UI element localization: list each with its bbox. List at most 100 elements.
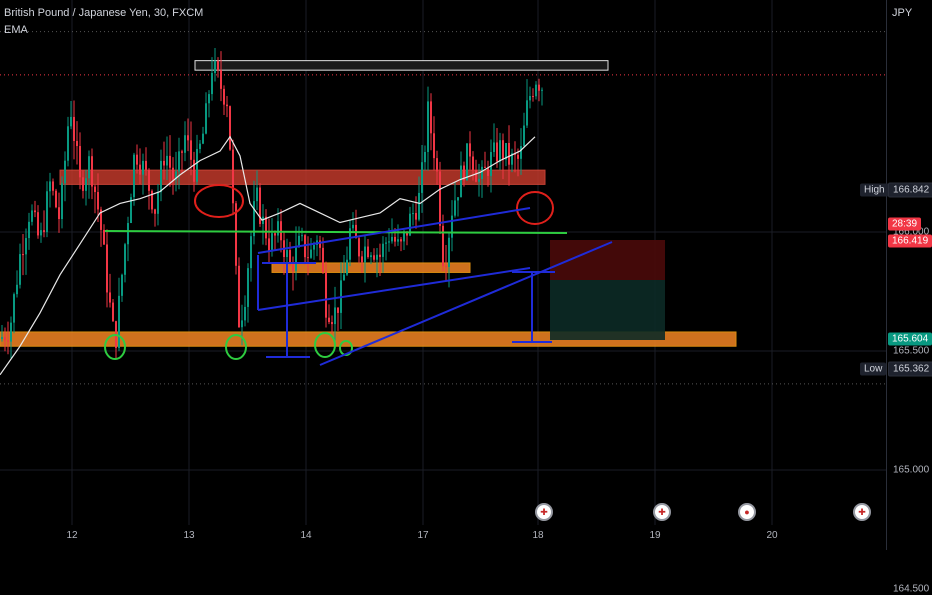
candle-body: [313, 244, 315, 250]
candle-body: [133, 154, 135, 198]
candle-body: [391, 236, 393, 242]
candle-body: [166, 155, 168, 166]
candle-body: [142, 160, 144, 175]
candle-body: [43, 230, 45, 233]
candle-body: [268, 238, 270, 251]
candle-body: [22, 254, 24, 256]
candle-body: [52, 181, 54, 191]
candle-body: [85, 178, 87, 191]
candle-body: [7, 340, 9, 342]
indicator-label[interactable]: EMA: [4, 24, 28, 36]
uk-flag-icon[interactable]: ✚: [653, 503, 671, 521]
price-chart[interactable]: [0, 0, 932, 550]
date-tick-label: 18: [532, 530, 544, 541]
price-tick-label: 165.000: [893, 464, 930, 476]
candle-body: [343, 274, 345, 281]
candle-body: [364, 246, 366, 263]
candle-body: [241, 320, 243, 328]
uk-flag-icon[interactable]: ✚: [535, 503, 553, 521]
candle-body: [529, 96, 531, 101]
candle-body: [154, 209, 156, 214]
candle-body: [346, 259, 348, 275]
high-value-tag: 166.842: [888, 182, 932, 198]
candle-body: [361, 256, 363, 263]
candle-body: [91, 156, 93, 187]
candle-body: [418, 192, 420, 220]
candle-body: [139, 164, 141, 175]
candle-body: [265, 216, 267, 239]
candle-body: [538, 84, 540, 91]
candle-body: [40, 230, 42, 236]
symbol-title[interactable]: British Pound / Japanese Yen, 30, FXCM: [4, 7, 203, 19]
candle-body: [490, 152, 492, 176]
candle-body: [25, 238, 27, 255]
uk-flag-icon[interactable]: ✚: [853, 503, 871, 521]
candle-body: [160, 160, 162, 193]
candle-body: [256, 187, 258, 202]
zone-red: [59, 169, 546, 185]
candle-body: [286, 250, 288, 258]
candle-body: [322, 247, 324, 273]
candle-body: [169, 155, 171, 168]
candle-body: [28, 221, 30, 239]
candle-body: [427, 101, 429, 152]
candle-body: [4, 336, 6, 341]
candle-body: [208, 94, 210, 104]
candle-body: [76, 140, 78, 147]
candle-body: [271, 233, 273, 251]
low-label: Low: [860, 362, 887, 376]
candle-body: [136, 154, 138, 165]
date-tick-label: 19: [649, 530, 661, 541]
candle-body: [193, 159, 195, 182]
candle-body: [478, 179, 480, 182]
candle-body: [46, 191, 48, 233]
candle-body: [121, 274, 123, 296]
candle-body: [376, 254, 378, 260]
candle-body: [199, 143, 201, 149]
candle-body: [31, 210, 33, 222]
high-label: High: [860, 183, 889, 197]
candle-body: [469, 143, 471, 157]
candle-body: [292, 264, 294, 271]
candle-body: [106, 244, 108, 293]
candle-body: [499, 140, 501, 162]
candle-body: [493, 142, 495, 153]
candle-body: [325, 272, 327, 318]
candle-body: [223, 88, 225, 105]
zone-price-tag: 165.604: [888, 332, 932, 346]
candle-body: [412, 213, 414, 215]
candle-body: [67, 126, 69, 161]
candle-body: [487, 167, 489, 176]
candle-body: [58, 207, 60, 220]
candle-body: [118, 295, 120, 348]
candle-body: [331, 322, 333, 325]
zone-orange: [271, 262, 471, 273]
candle-body: [124, 244, 126, 275]
candle-body: [448, 237, 450, 267]
candle-body: [295, 246, 297, 271]
candle-body: [97, 192, 99, 210]
target-icon[interactable]: ●: [738, 503, 756, 521]
candle-body: [196, 148, 198, 182]
candle-body: [238, 265, 240, 328]
candle-body: [244, 306, 246, 321]
candle-body: [388, 241, 390, 243]
highlight-circle: [194, 184, 244, 218]
candle-body: [520, 146, 522, 159]
candle-body: [541, 89, 543, 91]
date-tick-label: 14: [300, 530, 312, 541]
candle-body: [352, 224, 354, 229]
candle-body: [187, 135, 189, 141]
price-axis-divider: [886, 0, 887, 550]
candle-body: [61, 183, 63, 220]
candle-body: [226, 104, 228, 107]
take-profit-box: [550, 280, 665, 340]
candle-body: [49, 181, 51, 192]
candle-body: [379, 254, 381, 257]
candle-body: [370, 255, 372, 258]
price-tick-label: 164.500: [893, 583, 930, 595]
candle-body: [358, 238, 360, 257]
candle-body: [229, 106, 231, 150]
candle-body: [148, 169, 150, 191]
candle-body: [277, 221, 279, 236]
